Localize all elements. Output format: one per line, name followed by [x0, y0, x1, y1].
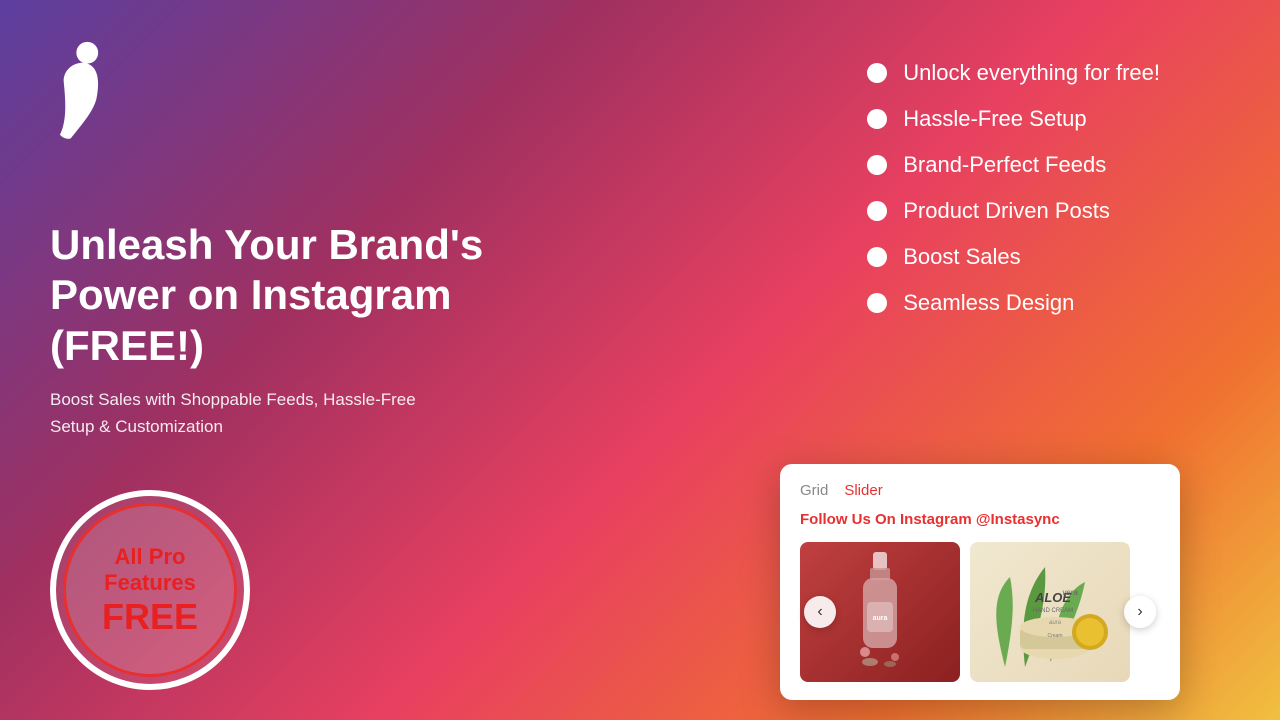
- badge-text-all-pro: All Pro Features: [104, 544, 196, 597]
- feature-label-2: Brand-Perfect Feeds: [903, 152, 1106, 178]
- feature-item-4: Boost Sales: [867, 244, 1160, 270]
- instagram-widget-card: Grid Slider Follow Us On Instagram @Inst…: [780, 464, 1180, 700]
- bottle-svg-1: aura: [845, 552, 915, 672]
- badge-inner: All Pro Features FREE: [63, 503, 237, 677]
- svg-text:HAND CREAM: HAND CREAM: [1033, 608, 1073, 614]
- features-panel: Unlock everything for free! Hassle-Free …: [867, 60, 1160, 316]
- product-bg-light: aura Cream ALOE vera HAND CREAM: [970, 542, 1130, 682]
- product-image-2: aura Cream ALOE vera HAND CREAM: [970, 542, 1130, 682]
- feature-item-2: Brand-Perfect Feeds: [867, 152, 1160, 178]
- feature-label-0: Unlock everything for free!: [903, 60, 1160, 86]
- tab-grid[interactable]: Grid: [800, 482, 828, 499]
- feature-dot-0: [867, 63, 887, 83]
- feature-item-0: Unlock everything for free!: [867, 60, 1160, 86]
- instasync-logo: [50, 40, 110, 140]
- svg-text:Cream: Cream: [1047, 633, 1062, 639]
- feature-label-1: Hassle-Free Setup: [903, 106, 1086, 132]
- aloe-svg: aura Cream ALOE vera HAND CREAM: [975, 547, 1125, 677]
- feature-label-5: Seamless Design: [903, 290, 1074, 316]
- feature-dot-4: [867, 247, 887, 267]
- widget-handle: @Instasync: [976, 511, 1060, 528]
- feature-label-3: Product Driven Posts: [903, 198, 1110, 224]
- feature-item-1: Hassle-Free Setup: [867, 106, 1160, 132]
- subheadline: Boost Sales with Shoppable Feeds, Hassle…: [50, 387, 450, 440]
- svg-text:vera: vera: [1062, 588, 1078, 597]
- feature-item-5: Seamless Design: [867, 290, 1160, 316]
- widget-title: Follow Us On Instagram @Instasync: [800, 511, 1160, 528]
- left-panel: Unleash Your Brand's Power on Instagram …: [50, 220, 550, 440]
- pro-features-badge: All Pro Features FREE: [50, 490, 250, 690]
- feature-label-4: Boost Sales: [903, 244, 1020, 270]
- feature-dot-1: [867, 109, 887, 129]
- headline: Unleash Your Brand's Power on Instagram …: [50, 220, 550, 371]
- tab-slider[interactable]: Slider: [844, 482, 882, 499]
- svg-text:aura: aura: [873, 615, 888, 622]
- badge-text-free: FREE: [102, 597, 198, 637]
- feature-dot-3: [867, 201, 887, 221]
- next-button[interactable]: ›: [1124, 596, 1156, 628]
- feature-dot-5: [867, 293, 887, 313]
- feature-item-3: Product Driven Posts: [867, 198, 1160, 224]
- logo-area: [50, 40, 110, 145]
- widget-images-container: ‹ aura: [800, 542, 1160, 682]
- svg-text:aura: aura: [1049, 620, 1062, 626]
- widget-tabs: Grid Slider: [800, 482, 1160, 499]
- feature-dot-2: [867, 155, 887, 175]
- prev-button[interactable]: ‹: [804, 596, 836, 628]
